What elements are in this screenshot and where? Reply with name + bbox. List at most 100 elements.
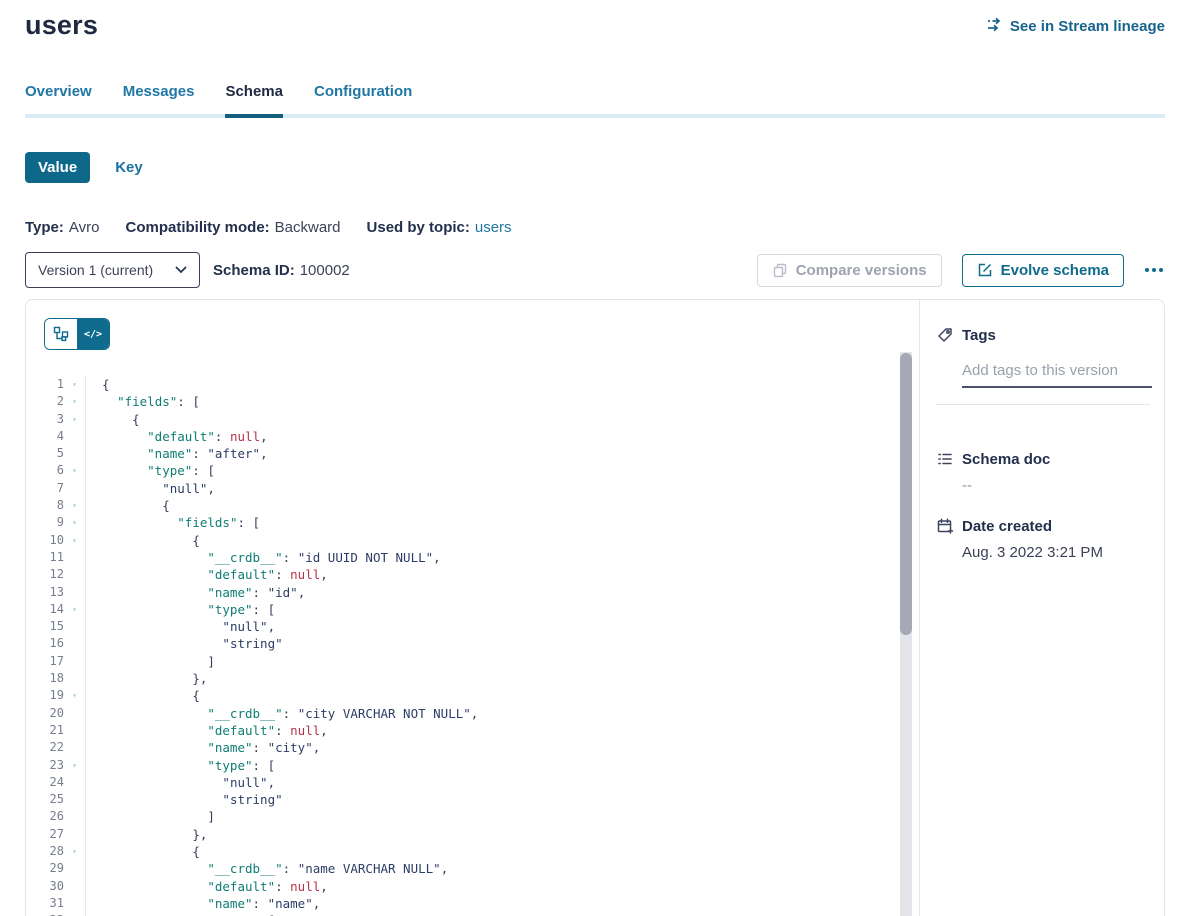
fold-spacer <box>64 826 85 843</box>
fold-toggle-icon[interactable]: ▾ <box>64 411 85 428</box>
fold-spacer <box>64 670 85 687</box>
meta-item: Compatibility mode:Backward <box>125 219 340 236</box>
code-text: "type": [ <box>85 757 275 774</box>
schema-card: </> 1▾{2▾ "fields": [3▾ {4 "default": nu… <box>25 299 1165 916</box>
fold-toggle-icon[interactable]: ▾ <box>64 393 85 410</box>
code-line: 28▾ { <box>26 843 919 860</box>
code-text: "type": [ <box>85 912 275 916</box>
code-text: "string" <box>85 635 283 652</box>
code-text: { <box>85 376 110 393</box>
code-text: "string" <box>85 791 283 808</box>
code-text: "default": null, <box>85 566 328 583</box>
evolve-schema-label: Evolve schema <box>1001 262 1109 279</box>
code-text: }, <box>85 826 207 843</box>
fold-spacer <box>64 618 85 635</box>
code-text: }, <box>85 670 207 687</box>
line-number: 9 <box>26 514 64 531</box>
schema-meta-row: Type: Avro Compatibility mode:Backward Used… <box>25 219 1165 236</box>
code-line: 8▾ { <box>26 497 919 514</box>
code-line: 10▾ { <box>26 532 919 549</box>
key-tab-link[interactable]: Key <box>115 159 143 176</box>
code-line: 9▾ "fields": [ <box>26 514 919 531</box>
fold-spacer <box>64 584 85 601</box>
tab-schema[interactable]: Schema <box>225 83 283 118</box>
code-lines: 1▾{2▾ "fields": [3▾ {4 "default": null,5… <box>26 376 919 916</box>
code-line: 24 "null", <box>26 774 919 791</box>
meta-item: Type: Avro <box>25 219 99 236</box>
fold-spacer <box>64 895 85 912</box>
fold-toggle-icon[interactable]: ▾ <box>64 601 85 618</box>
more-options-button[interactable] <box>1143 264 1165 276</box>
line-number: 13 <box>26 584 64 601</box>
line-number: 3 <box>26 411 64 428</box>
value-tab-button[interactable]: Value <box>25 152 90 183</box>
meta-label: Type: <box>25 219 64 236</box>
line-number: 15 <box>26 618 64 635</box>
line-number: 14 <box>26 601 64 618</box>
fold-spacer <box>64 705 85 722</box>
code-line: 1▾{ <box>26 376 919 393</box>
fold-spacer <box>64 774 85 791</box>
editor-scrollbar-thumb[interactable] <box>900 353 912 635</box>
fold-toggle-icon[interactable]: ▾ <box>64 757 85 774</box>
code-line: 3▾ { <box>26 411 919 428</box>
compare-versions-button[interactable]: Compare versions <box>757 254 942 287</box>
code-text: { <box>85 497 170 514</box>
fold-toggle-icon[interactable]: ▾ <box>64 687 85 704</box>
version-actions: Compare versions Evolve schema <box>757 254 1165 287</box>
fold-toggle-icon[interactable]: ▾ <box>64 514 85 531</box>
code-line: 19▾ { <box>26 687 919 704</box>
meta-value: Avro <box>69 219 100 236</box>
meta-value-link[interactable]: users <box>475 219 512 236</box>
evolve-schema-button[interactable]: Evolve schema <box>962 254 1124 287</box>
code-line: 6▾ "type": [ <box>26 462 919 479</box>
fold-spacer <box>64 722 85 739</box>
code-text: "type": [ <box>85 462 215 479</box>
fold-spacer <box>64 549 85 566</box>
tab-overview[interactable]: Overview <box>25 83 92 118</box>
line-number: 21 <box>26 722 64 739</box>
schema-page: users See in Stream lineage Overview Mess… <box>0 0 1189 916</box>
code-line: 31 "name": "name", <box>26 895 919 912</box>
schema-id-value: 100002 <box>300 262 350 279</box>
code-line: 4 "default": null, <box>26 428 919 445</box>
fold-toggle-icon[interactable]: ▾ <box>64 532 85 549</box>
code-line: 7 "null", <box>26 480 919 497</box>
compare-versions-label: Compare versions <box>796 262 927 279</box>
tab-configuration[interactable]: Configuration <box>314 83 412 118</box>
code-text: { <box>85 843 200 860</box>
editor-scrollbar-track[interactable] <box>900 352 912 916</box>
line-number: 16 <box>26 635 64 652</box>
meta-label: Used by topic: <box>367 219 470 236</box>
code-line: 15 "null", <box>26 618 919 635</box>
fold-toggle-icon[interactable]: ▾ <box>64 843 85 860</box>
schema-id: Schema ID:100002 <box>213 262 350 279</box>
see-in-stream-lineage-link[interactable]: See in Stream lineage <box>986 16 1165 37</box>
add-tags-input[interactable] <box>962 362 1152 388</box>
page-title: users <box>25 10 98 41</box>
code-line: 12 "default": null, <box>26 566 919 583</box>
code-view-button[interactable]: </> <box>77 319 109 349</box>
code-line: 32▾ "type": [ <box>26 912 919 916</box>
fold-toggle-icon[interactable]: ▾ <box>64 497 85 514</box>
version-select[interactable]: Version 1 (current) <box>25 252 200 288</box>
tab-messages[interactable]: Messages <box>123 83 195 118</box>
fold-toggle-icon[interactable]: ▾ <box>64 462 85 479</box>
fold-toggle-icon[interactable]: ▾ <box>64 376 85 393</box>
fold-spacer <box>64 878 85 895</box>
code-line: 5 "name": "after", <box>26 445 919 462</box>
line-number: 24 <box>26 774 64 791</box>
line-number: 7 <box>26 480 64 497</box>
code-line: 26 ] <box>26 808 919 825</box>
code-text: "null", <box>85 618 275 635</box>
stream-lineage-label: See in Stream lineage <box>1010 18 1165 35</box>
code-text: "name": "city", <box>85 739 320 756</box>
line-number: 31 <box>26 895 64 912</box>
code-text: "name": "name", <box>85 895 320 912</box>
tree-view-button[interactable] <box>45 319 77 349</box>
fold-toggle-icon[interactable]: ▾ <box>64 912 85 916</box>
meta-label: Compatibility mode: <box>125 219 269 236</box>
code-line: 17 ] <box>26 653 919 670</box>
code-line: 22 "name": "city", <box>26 739 919 756</box>
date-created-title: Date created <box>962 518 1052 535</box>
